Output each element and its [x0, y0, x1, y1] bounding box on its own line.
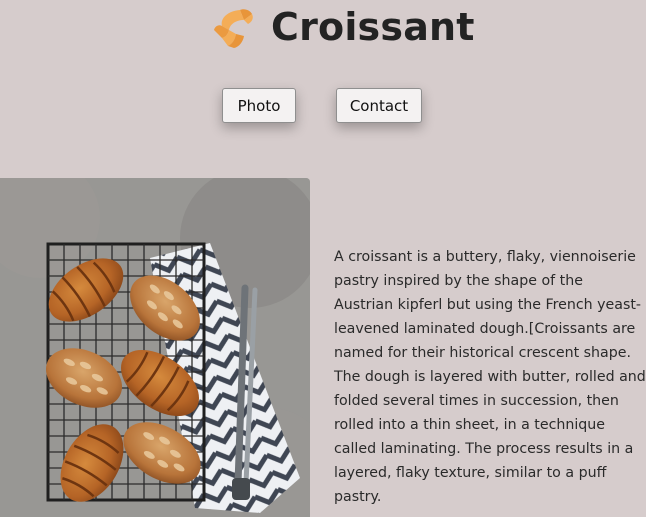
page-title: Croissant	[271, 5, 475, 49]
photo-button[interactable]: Photo	[222, 88, 296, 123]
contact-button[interactable]: Contact	[336, 88, 422, 123]
site-header: Croissant	[0, 0, 646, 58]
croissants-photo	[0, 178, 310, 517]
croissant-icon	[214, 9, 253, 48]
croissant-description: A croissant is a buttery, flaky, viennoi…	[334, 249, 646, 505]
